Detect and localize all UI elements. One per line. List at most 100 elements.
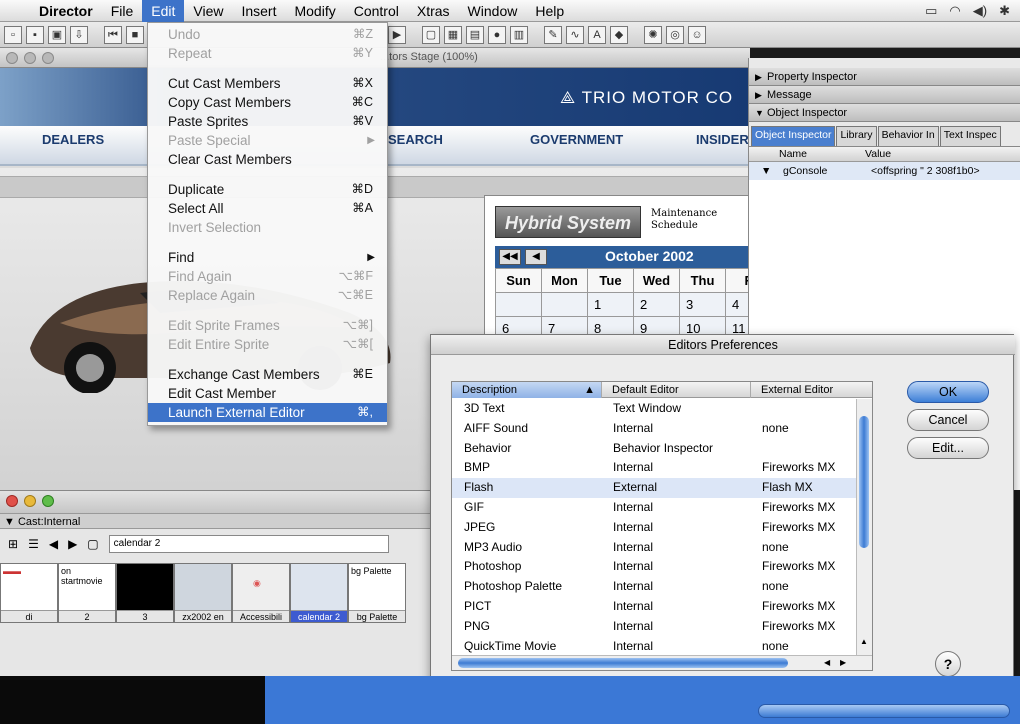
message-icon[interactable]: ◎ — [666, 25, 684, 44]
battery-icon[interactable]: ▭ — [925, 3, 937, 19]
nav-dealers[interactable]: DEALERS — [42, 132, 104, 147]
behavior-icon[interactable]: ☺ — [688, 25, 706, 44]
scroll-right-icon[interactable]: ▶ — [840, 658, 846, 667]
zoom-icon[interactable] — [42, 495, 54, 507]
list-row[interactable]: GIF Internal Fireworks MX — [452, 498, 856, 518]
shockwave-3d-icon[interactable]: ◆ — [610, 25, 628, 44]
panel-message[interactable]: ▶ Message — [749, 86, 1020, 104]
calendar-day[interactable]: 4 — [726, 293, 749, 317]
menu-help[interactable]: Help — [526, 0, 573, 22]
cast-member-thumb[interactable]: bg Palette bg Palette — [348, 563, 406, 623]
nav-insider[interactable]: INSIDER — [696, 132, 749, 147]
menu-item-edit-cast-member[interactable]: Edit Cast Member — [148, 384, 387, 403]
previous-member-icon[interactable]: ◀ — [49, 537, 58, 551]
menu-item-repeat[interactable]: Repeat ⌘Y — [148, 44, 387, 63]
calendar-day[interactable] — [542, 293, 588, 317]
nav-search[interactable]: SEARCH — [388, 132, 443, 147]
column-default-editor[interactable]: Default Editor — [602, 382, 751, 398]
close-icon[interactable] — [6, 495, 18, 507]
nav-government[interactable]: GOVERNMENT — [530, 132, 623, 147]
cancel-button[interactable]: Cancel — [907, 409, 989, 431]
menu-item-replace-again[interactable]: Replace Again ⌥⌘E — [148, 286, 387, 305]
vector-icon[interactable]: ∿ — [566, 25, 584, 44]
property-inspector-icon[interactable]: ● — [488, 25, 506, 44]
column-description[interactable]: Description ▲ — [452, 382, 602, 398]
calendar-day[interactable]: 3 — [680, 293, 726, 317]
drag-member-icon[interactable]: ▢ — [87, 537, 98, 551]
scroll-left-icon[interactable]: ◀ — [824, 658, 830, 667]
list-row[interactable]: QuickTime Movie Internal none — [452, 637, 856, 657]
calendar-day[interactable]: 1 — [588, 293, 634, 317]
disclosure-down-icon[interactable]: ▼ — [4, 516, 18, 528]
prev-year-button[interactable]: ◀◀ — [499, 249, 521, 265]
script-icon[interactable]: ✺ — [644, 25, 662, 44]
ok-button[interactable]: OK — [907, 381, 989, 403]
menu-item-edit-entire-sprite[interactable]: Edit Entire Sprite ⌥⌘[ — [148, 335, 387, 354]
import-icon[interactable]: ⇩ — [70, 25, 88, 44]
tab-text-inspector[interactable]: Text Inspec — [939, 126, 1001, 146]
cast-member-thumb[interactable]: ◉ Accessibili — [232, 563, 290, 623]
calendar-day[interactable] — [496, 293, 542, 317]
menu-item-copy-cast-members[interactable]: Copy Cast Members ⌘C — [148, 93, 387, 112]
tab-library[interactable]: Library — [836, 126, 877, 146]
scroll-up-icon[interactable]: ▲ — [860, 637, 868, 646]
cast-view-style-icon[interactable]: ⊞ — [8, 537, 18, 551]
column-value[interactable]: Value — [865, 148, 891, 160]
menu-window[interactable]: Window — [459, 0, 527, 22]
cast-member-thumb-selected[interactable]: calendar 2 — [290, 563, 348, 623]
list-row[interactable]: MP3 Audio Internal none — [452, 538, 856, 558]
disclosure-right-icon[interactable]: ▶ — [755, 68, 762, 86]
cast-list-icon[interactable]: ☰ — [28, 537, 39, 551]
disclosure-down-icon[interactable]: ▼ — [755, 104, 764, 122]
list-row[interactable]: 3D Text Text Window — [452, 399, 856, 419]
list-row[interactable]: Photoshop Palette Internal none — [452, 577, 856, 597]
menu-modify[interactable]: Modify — [285, 0, 344, 22]
panel-property-inspector[interactable]: ▶ Property Inspector — [749, 68, 1020, 86]
text-icon[interactable]: A — [588, 25, 606, 44]
list-row[interactable]: JPEG Internal Fireworks MX — [452, 518, 856, 538]
menu-item-invert-selection[interactable]: Invert Selection — [148, 218, 387, 237]
column-external-editor[interactable]: External Editor — [751, 382, 872, 398]
cast-member-thumb[interactable]: ▬▬ di — [0, 563, 58, 623]
list-row[interactable]: PICT Internal Fireworks MX — [452, 597, 856, 617]
menu-item-edit-sprite-frames[interactable]: Edit Sprite Frames ⌥⌘] — [148, 316, 387, 335]
help-button[interactable]: ? — [935, 651, 961, 677]
close-icon[interactable] — [6, 52, 18, 64]
menu-director[interactable]: Director — [30, 0, 102, 22]
cast-title-bar[interactable] — [0, 491, 432, 513]
calendar-day[interactable]: 2 — [634, 293, 680, 317]
paint-icon[interactable]: ✎ — [544, 25, 562, 44]
list-row[interactable]: Behavior Behavior Inspector — [452, 439, 856, 459]
play-icon[interactable]: ▶ — [388, 25, 406, 44]
horizontal-scroll-thumb[interactable] — [458, 658, 788, 668]
cast-header[interactable]: ▼ Cast:Internal — [0, 513, 432, 529]
menu-item-undo[interactable]: Undo ⌘Z — [148, 25, 387, 44]
tab-object-inspector[interactable]: Object Inspector — [751, 126, 836, 146]
menu-item-find-again[interactable]: Find Again ⌥⌘F — [148, 267, 387, 286]
menu-item-cut-cast-members[interactable]: Cut Cast Members ⌘X — [148, 74, 387, 93]
cast-member-thumb[interactable]: zx2002 en — [174, 563, 232, 623]
menu-item-duplicate[interactable]: Duplicate ⌘D — [148, 180, 387, 199]
next-member-icon[interactable]: ▶ — [68, 537, 77, 551]
cast-member-name-field[interactable]: calendar 2 — [108, 535, 389, 553]
list-row[interactable]: BMP Internal Fireworks MX — [452, 458, 856, 478]
cast-window-icon[interactable]: ▦ — [444, 25, 462, 44]
prev-month-button[interactable]: ◀ — [525, 249, 547, 265]
list-row[interactable]: Photoshop Internal Fireworks MX — [452, 557, 856, 577]
menu-edit[interactable]: Edit — [142, 0, 185, 22]
menu-item-launch-external-editor[interactable]: Launch External Editor ⌘, — [148, 403, 387, 422]
stage-window-icon[interactable]: ▢ — [422, 25, 440, 44]
menu-item-select-all[interactable]: Select All ⌘A — [148, 199, 387, 218]
menu-item-find[interactable]: Find ▶ — [148, 248, 387, 267]
zoom-icon[interactable] — [42, 52, 54, 64]
column-name[interactable]: Name — [779, 148, 807, 160]
library-icon[interactable]: ▥ — [510, 25, 528, 44]
list-row[interactable]: AIFF Sound Internal none — [452, 419, 856, 439]
vertical-scroll-thumb[interactable] — [859, 416, 869, 548]
list-row-selected[interactable]: Flash External Flash MX — [452, 478, 856, 498]
wifi-icon[interactable]: ◠ — [949, 3, 960, 19]
minimize-icon[interactable] — [24, 495, 36, 507]
minimize-icon[interactable] — [24, 52, 36, 64]
edit-button[interactable]: Edit... — [907, 437, 989, 459]
new-icon[interactable]: ▫ — [4, 25, 22, 44]
